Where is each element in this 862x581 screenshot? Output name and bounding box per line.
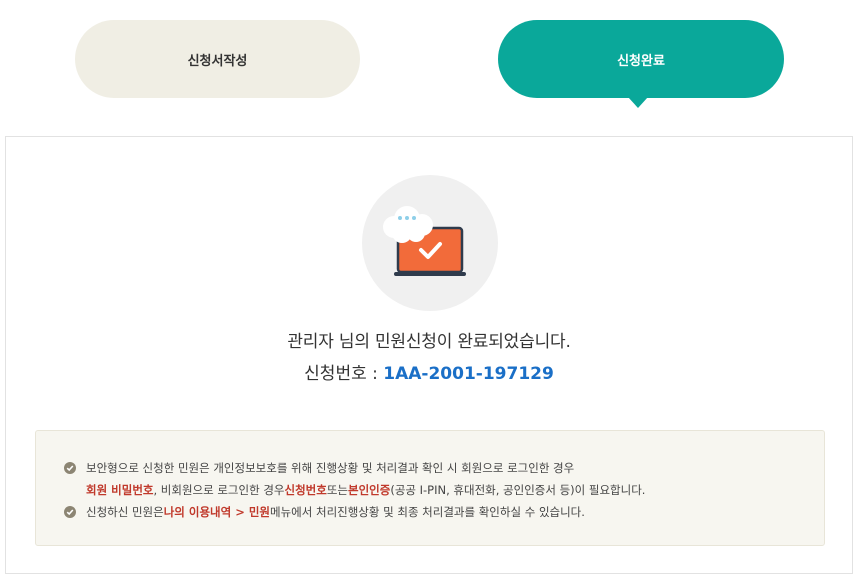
step-application-complete: 신청완료	[498, 20, 784, 108]
laptop-check-icon	[383, 206, 466, 276]
notice-text: 또는	[326, 483, 348, 497]
notice-text: (공공 I-PIN, 휴대전화, 공인인증서 등)이 필요합니다.	[390, 483, 646, 497]
user-name: 관리자	[287, 332, 334, 352]
completion-panel: 관리자 님의 민원신청이 완료되었습니다. 신청번호 : 1AA-2001-19…	[5, 136, 853, 574]
request-number: 1AA-2001-197129	[383, 364, 554, 384]
check-circle-icon	[64, 506, 76, 518]
step-label: 신청서작성	[187, 53, 248, 69]
completion-illustration	[362, 175, 498, 311]
completion-text: 님의 민원신청이 완료되었습니다.	[333, 332, 571, 352]
notice-text: 메뉴에서 처리진행상황 및 최종 처리결과를 확인하실 수 있습니다.	[270, 505, 585, 519]
highlight-request-number: 신청번호	[284, 483, 327, 497]
step-application-form: 신청서작성	[75, 20, 360, 98]
check-circle-icon	[64, 462, 76, 474]
request-number-label: 신청번호 :	[304, 364, 384, 384]
completion-message: 관리자 님의 민원신청이 완료되었습니다.	[6, 327, 852, 352]
notice-item: 신청하신 민원은 나의 이용내역 > 민원 메뉴에서 처리진행상황 및 최종 처…	[64, 501, 824, 523]
notice-text: 보안형으로 신청한 민원은 개인정보보호를 위해 진행상황 및 처리결과 확인 …	[86, 461, 575, 475]
notice-text: 신청하신 민원은	[86, 505, 164, 519]
active-step-pointer	[628, 97, 648, 108]
highlight-member-password: 회원 비밀번호	[86, 483, 154, 497]
request-number-line: 신청번호 : 1AA-2001-197129	[6, 359, 852, 384]
highlight-identity-verification: 본인인증	[348, 483, 391, 497]
notice-text: , 비회원으로 로그인한 경우	[153, 483, 285, 497]
notice-item: 보안형으로 신청한 민원은 개인정보보호를 위해 진행상황 및 처리결과 확인 …	[64, 457, 824, 479]
highlight-my-usage-menu: 나의 이용내역 > 민원	[163, 505, 271, 519]
notice-box: 보안형으로 신청한 민원은 개인정보보호를 위해 진행상황 및 처리결과 확인 …	[35, 430, 825, 546]
notice-item-continued: 회원 비밀번호, 비회원으로 로그인한 경우 신청번호 또는 본인인증 (공공 …	[64, 479, 824, 501]
step-label: 신청완료	[617, 53, 665, 69]
progress-steps: 신청서작성 신청완료	[0, 0, 862, 110]
